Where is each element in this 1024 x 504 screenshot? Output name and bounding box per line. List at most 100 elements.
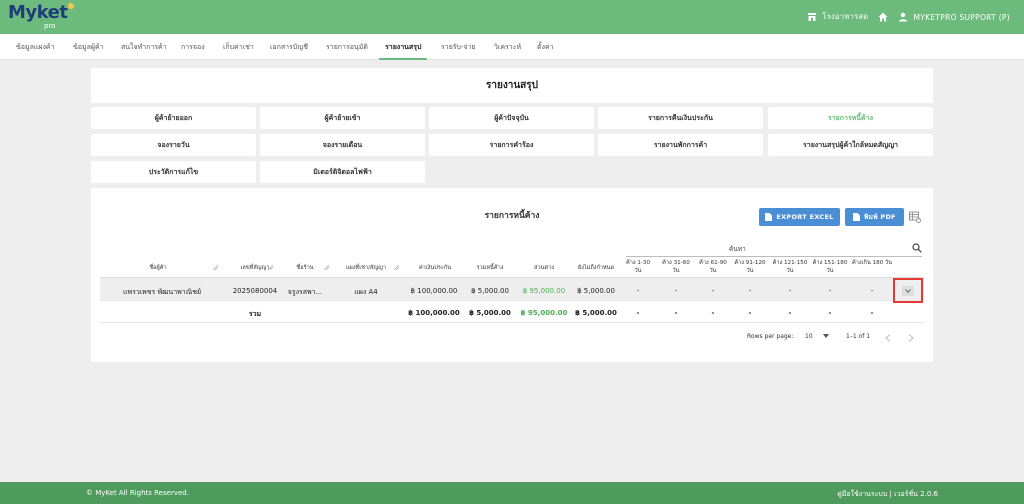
logo-dot-icon bbox=[68, 3, 75, 9]
shop-selector[interactable]: โรงอาหารสด bbox=[807, 11, 868, 23]
column-header-not-due[interactable]: ยังไม่ถึงกำหนด bbox=[566, 264, 626, 272]
row-divider bbox=[100, 322, 924, 323]
file-icon bbox=[853, 213, 861, 221]
cell-1-30: - bbox=[636, 287, 640, 295]
column-header-61-90[interactable]: ค้าง 61-90 วัน bbox=[695, 259, 731, 275]
total-91-120: - bbox=[748, 309, 752, 317]
nav-item-interested[interactable]: สนใจทำการค้า bbox=[121, 34, 167, 60]
column-header-total-debt[interactable]: รวมหนี้ค้าง bbox=[460, 264, 520, 272]
column-header-contract[interactable]: เลขที่สัญญา bbox=[225, 264, 285, 272]
cell-vendor-name: แพรวเพชร พัฒนาพาณิชย์ bbox=[122, 288, 202, 296]
report-btn-deposit-refund[interactable]: รายการคืนเงินประกัน bbox=[598, 107, 763, 129]
cell-61-90: - bbox=[711, 287, 715, 295]
debt-table: ชื่อผู้ค้า เลขที่สัญญา ชื่อร้าน แผงที่เช… bbox=[100, 256, 924, 352]
home-button[interactable] bbox=[878, 12, 888, 22]
report-btn-edit-history[interactable]: ประวัติการแก้ไข bbox=[91, 161, 256, 183]
total-121-150: - bbox=[788, 309, 792, 317]
nav-item-rent-collection[interactable]: เก็บค่าเช่า bbox=[223, 34, 254, 60]
export-excel-button[interactable]: EXPORT EXCEL bbox=[759, 208, 840, 226]
nav-item-approvals[interactable]: รายการอนุมัติ bbox=[326, 34, 368, 60]
user-icon bbox=[899, 12, 908, 22]
cell-91-120: - bbox=[748, 287, 752, 295]
cell-31-60: - bbox=[674, 287, 678, 295]
footer-copyright: © MyKet All Rights Reserved. bbox=[86, 489, 189, 497]
report-btn-outstanding-debt[interactable]: รายการหนี้ค้าง bbox=[768, 107, 933, 129]
column-header-31-60[interactable]: ค้าง 31-60 วัน bbox=[658, 259, 694, 275]
nav-item-vendors[interactable]: ข้อมูลผู้ค้า bbox=[73, 34, 104, 60]
column-header-151-180[interactable]: ค้าง 151-180 วัน bbox=[809, 259, 851, 275]
report-btn-digital-meter[interactable]: มิเตอร์ดิจิตอลไฟฟ้า bbox=[260, 161, 425, 183]
nav-item-analysis[interactable]: วิเคราะห์ bbox=[494, 34, 521, 60]
rows-per-page-select[interactable]: 10 bbox=[805, 333, 829, 340]
footer: © MyKet All Rights Reserved. คู่มือใช้งา… bbox=[0, 482, 1024, 504]
report-btn-suspended[interactable]: รายงานพักการค้า bbox=[598, 134, 763, 156]
column-resize-icon[interactable] bbox=[268, 265, 273, 270]
row-divider bbox=[100, 300, 924, 301]
top-bar: Myket pro โรงอาหารสด MYKETPRO SUPPORT (P… bbox=[0, 0, 1024, 34]
table-settings-icon[interactable] bbox=[909, 211, 921, 223]
cell-deposit: ฿ 100,000.00 bbox=[410, 287, 458, 295]
report-btn-expiring-contracts[interactable]: รายงานสรุปผู้ค้าใกล้หมดสัญญา bbox=[768, 134, 933, 156]
column-header-91-120[interactable]: ค้าง 91-120 วัน bbox=[731, 259, 769, 275]
search-icon[interactable] bbox=[912, 243, 922, 253]
total-180-plus: - bbox=[870, 309, 874, 317]
prev-page-icon[interactable] bbox=[885, 334, 891, 342]
cell-total-debt: ฿ 5,000.00 bbox=[471, 287, 509, 295]
nav-item-summary-report[interactable]: รายงานสรุป bbox=[379, 34, 428, 60]
app-logo[interactable]: Myket pro bbox=[8, 2, 75, 31]
column-header-180-plus[interactable]: ค้างเกิน 180 วัน bbox=[850, 259, 894, 267]
column-resize-icon[interactable] bbox=[394, 265, 399, 270]
nav-item-accounting-docs[interactable]: เอกสารบัญชี bbox=[270, 34, 308, 60]
total-61-90: - bbox=[711, 309, 715, 317]
report-btn-moved-in[interactable]: ผู้ค้าย้ายเข้า bbox=[260, 107, 425, 129]
logo-text: Myket bbox=[8, 2, 68, 23]
report-btn-daily-booking[interactable]: จองรายวัน bbox=[91, 134, 256, 156]
store-icon bbox=[808, 13, 817, 21]
column-header-shop[interactable]: ชื่อร้าน bbox=[280, 264, 330, 272]
print-pdf-button[interactable]: พิมพ์ PDF bbox=[845, 208, 904, 226]
next-page-icon[interactable] bbox=[908, 334, 914, 342]
report-btn-current-vendors[interactable]: ผู้ค้าปัจจุบัน bbox=[429, 107, 594, 129]
report-btn-monthly-booking[interactable]: จองรายเดือน bbox=[260, 134, 425, 156]
column-header-deposit[interactable]: ค่าเงินประกัน bbox=[405, 264, 465, 272]
column-header-difference[interactable]: ส่วนต่าง bbox=[514, 264, 574, 272]
column-header-stall[interactable]: แผงที่เช่า/สัญญา bbox=[336, 264, 396, 272]
column-header-1-30[interactable]: ค้าง 1-30 วัน bbox=[622, 259, 654, 275]
cell-stall: แผง A4 bbox=[354, 288, 378, 296]
total-not-due: ฿ 5,000.00 bbox=[575, 309, 617, 317]
report-header-panel: รายงานสรุป bbox=[91, 68, 933, 103]
user-menu[interactable]: MYKETPRO SUPPORT (P) bbox=[898, 12, 1010, 22]
cell-not-due: ฿ 5,000.00 bbox=[577, 287, 615, 295]
cell-shop: จรูงรสพา... bbox=[287, 288, 323, 296]
total-debt: ฿ 5,000.00 bbox=[469, 309, 511, 317]
nav-item-settings[interactable]: ตั้งค่า bbox=[537, 34, 554, 60]
export-excel-label: EXPORT EXCEL bbox=[776, 213, 834, 221]
page-title: รายงานสรุป bbox=[485, 80, 538, 91]
home-icon bbox=[878, 12, 888, 22]
search-input[interactable]: ค้นหา bbox=[729, 244, 746, 254]
report-btn-requests[interactable]: รายการคำร้อง bbox=[429, 134, 594, 156]
column-resize-icon[interactable] bbox=[213, 265, 218, 270]
row-expand-highlight[interactable] bbox=[893, 278, 923, 303]
cell-contract: 2025080004 bbox=[232, 287, 278, 295]
total-label: รวม bbox=[248, 310, 262, 318]
nav-item-booking[interactable]: การจอง bbox=[181, 34, 205, 60]
footer-manual-version[interactable]: คู่มือใช้งานระบบ | เวอร์ชั่น 2.0.6 bbox=[837, 489, 938, 500]
total-deposit: ฿ 100,000.00 bbox=[408, 309, 460, 317]
nav-item-income-expense[interactable]: รายรับ-จ่าย bbox=[441, 34, 476, 60]
rows-per-page-label: Rows per page: bbox=[747, 333, 794, 340]
nav-item-stalls[interactable]: ข้อมูลแผงค้า bbox=[16, 34, 55, 60]
main-nav: ข้อมูลแผงค้า ข้อมูลผู้ค้า สนใจทำการค้า ก… bbox=[0, 34, 1024, 60]
column-resize-icon[interactable] bbox=[324, 265, 329, 270]
rows-per-page-value: 10 bbox=[805, 333, 813, 340]
cell-180-plus: - bbox=[870, 287, 874, 295]
report-btn-moved-out[interactable]: ผู้ค้าย้ายออก bbox=[91, 107, 256, 129]
column-header-vendor[interactable]: ชื่อผู้ค้า bbox=[118, 264, 198, 272]
print-pdf-label: พิมพ์ PDF bbox=[864, 213, 896, 221]
expand-button[interactable] bbox=[902, 285, 914, 296]
shop-label: โรงอาหารสด bbox=[822, 12, 869, 21]
logo-sub-text: pro bbox=[44, 22, 56, 30]
total-1-30: - bbox=[636, 309, 640, 317]
column-header-121-150[interactable]: ค้าง 121-150 วัน bbox=[769, 259, 811, 275]
page-range: 1–1 of 1 bbox=[846, 333, 871, 340]
